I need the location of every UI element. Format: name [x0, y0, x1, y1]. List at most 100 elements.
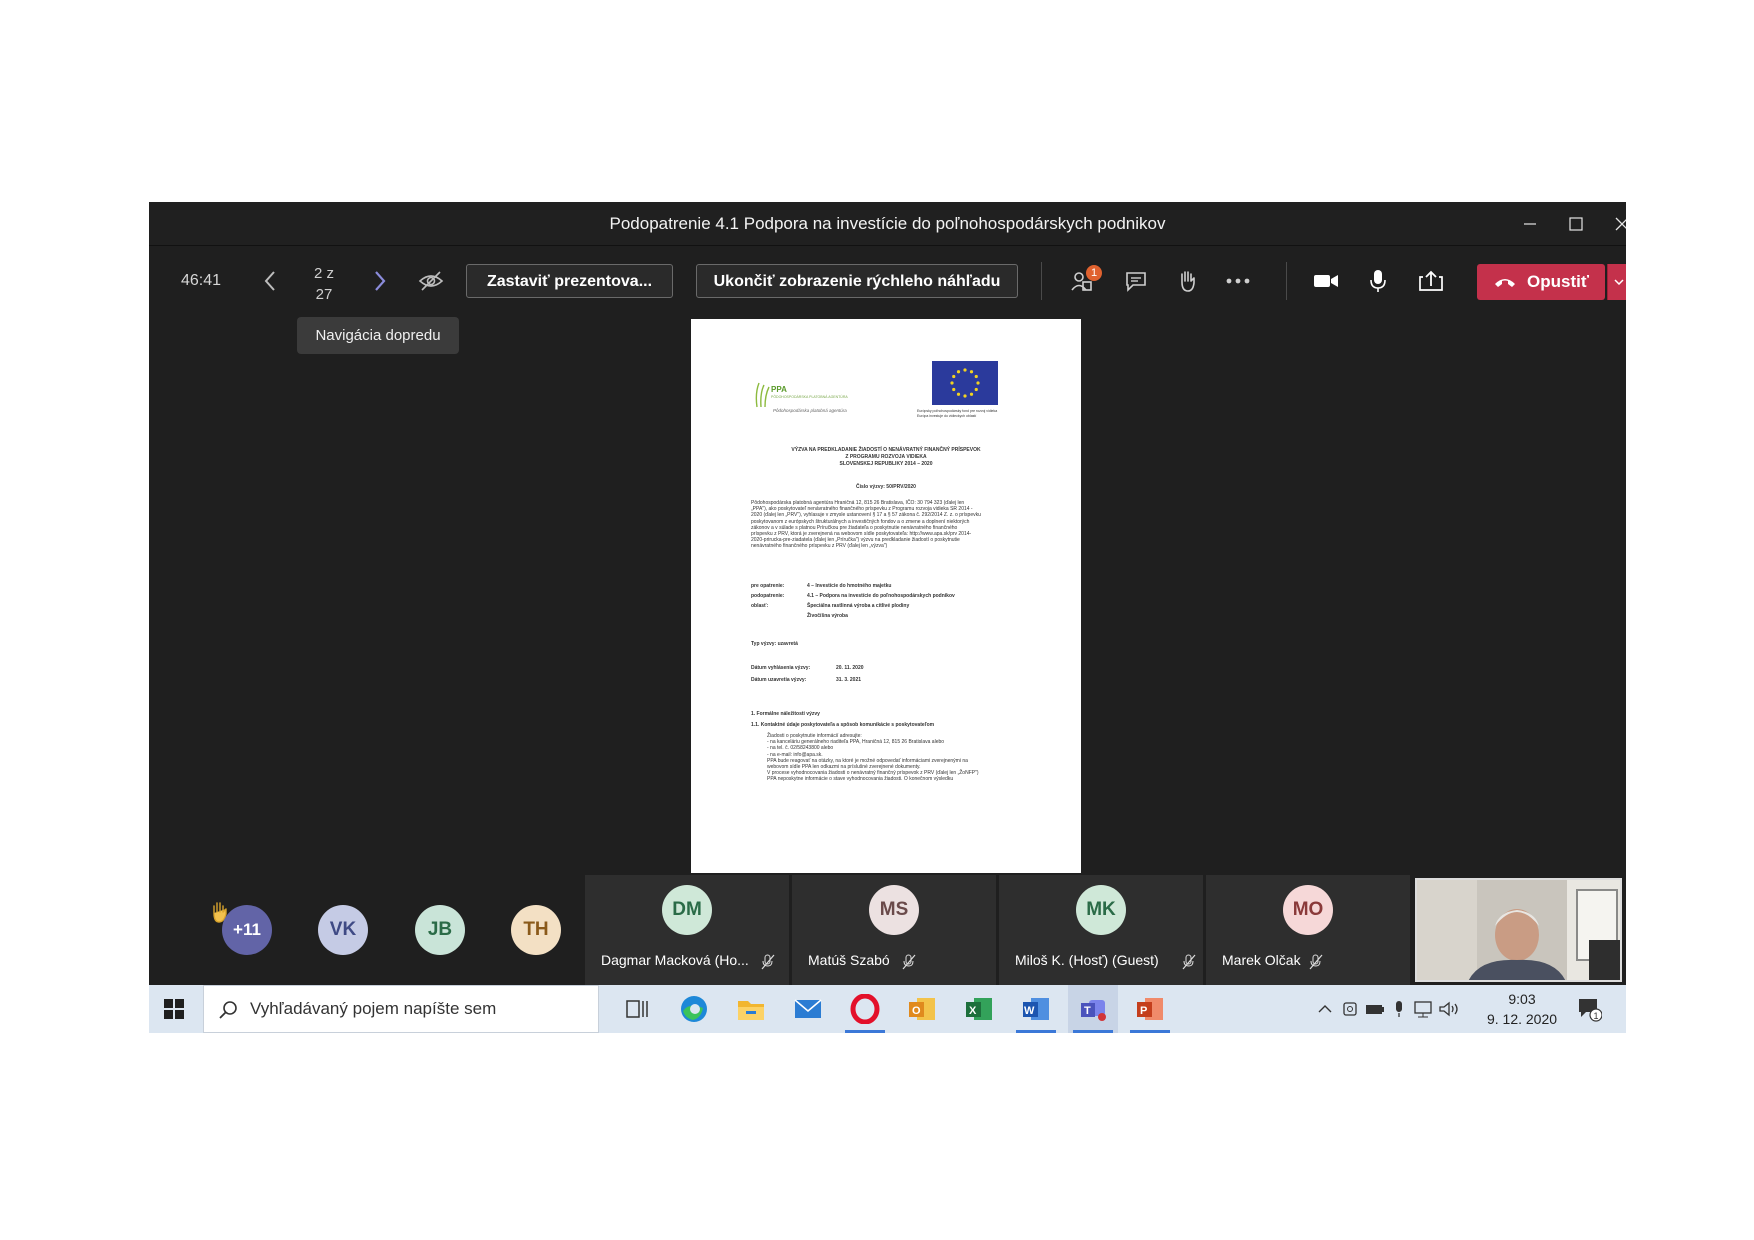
participant-strip: +11 VK JB TH DM Dagmar Macková (Ho... MS… — [149, 875, 1626, 985]
logo-ppa-sub: PÔDOHOSPODÁRSKA PLATOBNÁ AGENTÚRA — [771, 395, 848, 399]
next-page-button[interactable] — [363, 264, 397, 298]
microphone-tray-icon[interactable] — [1389, 985, 1409, 1033]
meeting-timer: 46:41 — [181, 272, 222, 289]
microphone-muted-icon — [902, 954, 916, 970]
participant-tile[interactable]: MO Marek Olčak — [1206, 875, 1410, 985]
date-close: 31. 3. 2021 — [836, 677, 862, 683]
camera-button[interactable] — [1308, 263, 1344, 299]
chevron-up-icon — [1318, 1005, 1332, 1013]
more-actions-button[interactable] — [1220, 263, 1256, 299]
microphone-muted-icon — [1309, 954, 1323, 970]
row-value: Živočíšna výroba — [807, 613, 848, 619]
chevron-left-icon — [264, 271, 275, 291]
share-screen-button[interactable] — [1413, 263, 1449, 299]
row-value: 4.1 – Podpora na investície do poľnohosp… — [807, 593, 955, 599]
participant-tile[interactable]: DM Dagmar Macková (Ho... — [585, 875, 789, 985]
show-hidden-icons-button[interactable] — [1315, 985, 1335, 1033]
svg-text:X: X — [969, 1005, 977, 1017]
powerpoint-icon: P — [1137, 998, 1163, 1020]
teams-icon: T — [1081, 1000, 1106, 1021]
leave-label: Opustiť — [1527, 272, 1589, 291]
avatar[interactable]: TH — [511, 905, 561, 955]
word-app-button[interactable]: W — [1011, 985, 1061, 1033]
powerpoint-app-button[interactable]: P — [1125, 985, 1175, 1033]
battery-icon[interactable] — [1363, 985, 1387, 1033]
leave-options-button[interactable] — [1607, 264, 1626, 300]
stop-presenting-button[interactable]: Zastaviť prezentova... — [466, 264, 673, 298]
close-icon[interactable] — [1599, 202, 1626, 245]
overflow-participants-button[interactable]: +11 — [222, 905, 272, 955]
end-preview-button[interactable]: Ukončiť zobrazenie rýchleho náhľadu — [696, 264, 1018, 298]
page-current: 2 z — [313, 265, 334, 282]
network-icon[interactable] — [1411, 985, 1435, 1033]
participant-tile[interactable]: MK Miloš K. (Hosť) (Guest) — [999, 875, 1203, 985]
participant-name: Marek Olčak — [1222, 952, 1301, 968]
participants-button[interactable]: 1 — [1065, 263, 1102, 299]
private-view-button[interactable] — [414, 264, 448, 298]
row-value: Špeciálna rastlinná výroba a citlivé plo… — [807, 603, 910, 609]
participant-name: Miloš K. (Hosť) (Guest) — [1015, 952, 1159, 968]
task-view-button[interactable] — [612, 985, 662, 1033]
raise-hand-button[interactable] — [1169, 263, 1205, 299]
search-placeholder: Vyhľadávaný pojem napíšte sem — [250, 999, 497, 1018]
clock-date: 9. 12. 2020 — [1486, 1011, 1558, 1027]
document-line: - na kanceláriu generálneho riaditeľa PP… — [767, 739, 945, 746]
title-bar: Podopatrenie 4.1 Podpora na investície d… — [149, 202, 1626, 246]
opera-app-button[interactable] — [840, 985, 890, 1033]
row-value: 4 – Investície do hmotného majetku — [807, 583, 892, 589]
search-icon — [219, 1001, 237, 1019]
notification-count: 1 — [1594, 1011, 1599, 1021]
camera-icon — [1314, 275, 1338, 287]
action-center-button[interactable]: 1 — [1569, 985, 1609, 1033]
page-counter: 2 z 27 — [304, 263, 344, 305]
meet-now-icon[interactable] — [1339, 985, 1361, 1033]
outlook-app-button[interactable]: O — [897, 985, 947, 1033]
microphone-muted-icon — [761, 954, 775, 970]
edge-app-button[interactable] — [669, 985, 719, 1033]
volume-icon[interactable] — [1437, 985, 1461, 1033]
chat-icon — [1126, 272, 1146, 292]
chat-button[interactable] — [1118, 263, 1154, 299]
excel-app-button[interactable]: X — [954, 985, 1004, 1033]
mail-app-button[interactable] — [783, 985, 833, 1033]
taskbar-search-box[interactable]: Vyhľadávaný pojem napíšte sem — [203, 985, 599, 1033]
start-button[interactable] — [149, 985, 199, 1033]
document-line: 2020 (ďalej len „PRV"), vyhlasuje v zmys… — [751, 512, 981, 519]
windows-logo-icon — [164, 999, 184, 1019]
self-video-preview[interactable] — [1415, 878, 1622, 982]
teams-app-button[interactable]: T — [1068, 985, 1118, 1033]
logo-ppa-caption: Pôdohospodárska platobná agentúra — [773, 408, 847, 413]
eu-caption-1: Európsky poľnohospodársky fond pre rozvo… — [917, 409, 998, 413]
avatar[interactable]: JB — [415, 905, 465, 955]
call-number: Číslo výzvy: 50/PRV/2020 — [856, 484, 916, 490]
shared-document: PPA PÔDOHOSPODÁRSKA PLATOBNÁ AGENTÚRA Pô… — [691, 319, 1081, 873]
file-explorer-app-button[interactable] — [726, 985, 776, 1033]
microphone-button[interactable] — [1360, 263, 1396, 299]
previous-page-button[interactable] — [253, 264, 287, 298]
system-clock[interactable]: 9:03 9. 12. 2020 — [1477, 989, 1567, 1029]
meeting-toolbar: 46:41 2 z 27 Zastaviť prezentova... Ukon… — [149, 246, 1626, 316]
share-tray-icon — [1419, 270, 1443, 291]
eu-flag-icon — [932, 361, 998, 405]
avatar: MK — [1076, 885, 1126, 935]
avatar[interactable]: VK — [318, 905, 368, 955]
svg-text:P: P — [1140, 1005, 1147, 1017]
minimize-icon[interactable] — [1507, 202, 1553, 245]
maximize-icon[interactable] — [1553, 202, 1599, 245]
ppa-logo-icon — [755, 382, 770, 408]
leave-button[interactable]: Opustiť — [1477, 264, 1605, 300]
document-line: príspevku z PRV, ktorá je zverejnená na … — [751, 531, 972, 537]
participant-tile[interactable]: MS Matúš Szabó — [792, 875, 996, 985]
document-line: Žiadosti o poskytnutie informácií adresu… — [767, 733, 862, 739]
chevron-down-icon — [1614, 279, 1624, 285]
more-icon — [1226, 278, 1250, 284]
running-indicator — [1016, 1030, 1056, 1033]
document-line: Pôdohospodárska platobná agentúra Hranič… — [751, 500, 965, 506]
notification-icon: 1 — [1579, 999, 1602, 1022]
svg-text:W: W — [1024, 1005, 1035, 1017]
date-close-label: Dátum uzavretia výzvy: — [751, 677, 807, 683]
toolbar-divider — [1286, 262, 1287, 300]
participant-name: Dagmar Macková (Ho... — [601, 952, 749, 968]
call-type: Typ výzvy: uzavretá — [751, 641, 798, 647]
avatar: MO — [1283, 885, 1333, 935]
